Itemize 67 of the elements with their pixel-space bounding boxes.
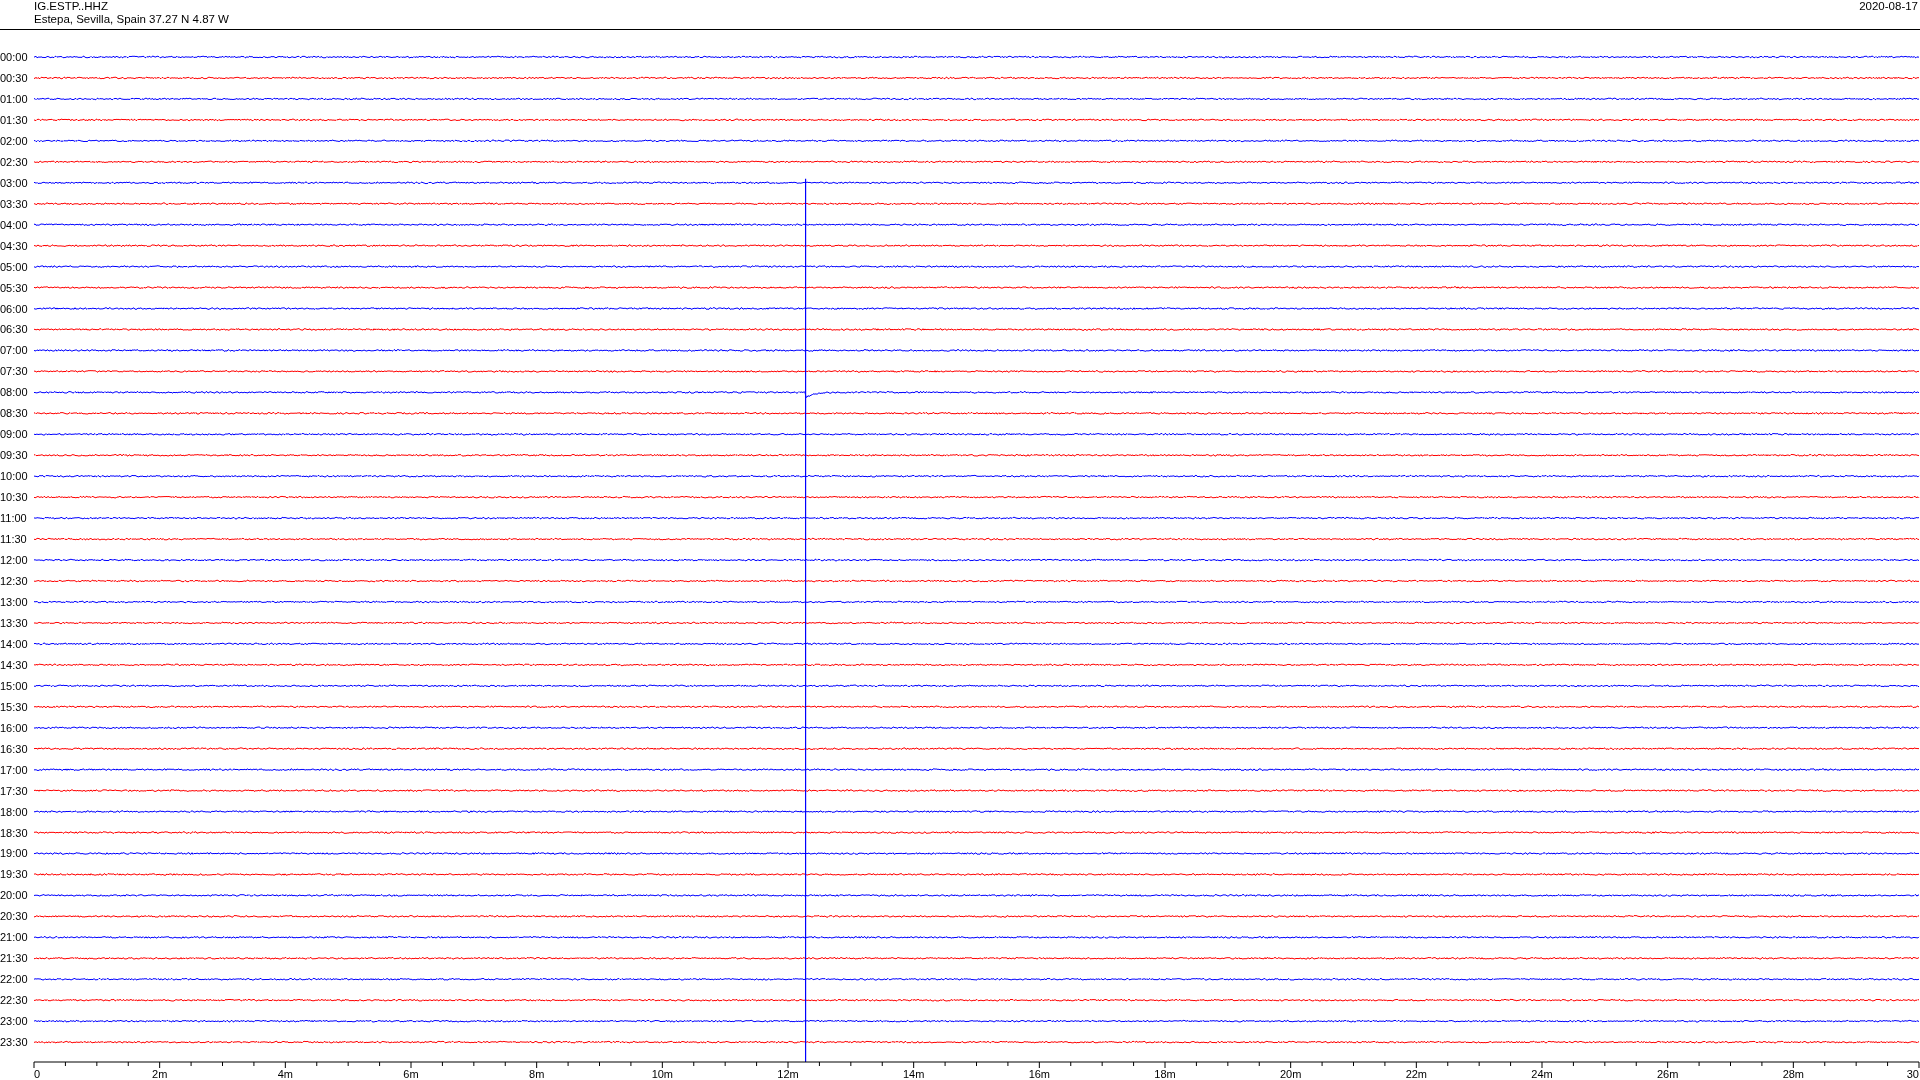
station-code: IG.ESTP..HHZ	[34, 0, 109, 13]
axis-tick-label: 8m	[529, 1068, 545, 1079]
axis-tick-label: 2m	[152, 1068, 168, 1079]
axis-tick-label: 0	[34, 1068, 41, 1079]
row-time-label: 08:30	[0, 407, 28, 420]
row-time-label: 16:00	[0, 721, 28, 734]
row-time-label: 00:30	[0, 71, 28, 84]
row-time-label: 15:30	[0, 700, 28, 713]
axis-tick-label: 10m	[651, 1068, 674, 1079]
row-time-label: 20:00	[0, 889, 28, 902]
row-time-label: 04:00	[0, 218, 28, 231]
axis-tick-label: 4m	[277, 1068, 293, 1079]
row-time-label: 13:00	[0, 595, 28, 608]
row-time-label: 13:30	[0, 616, 28, 629]
row-time-label: 14:00	[0, 637, 28, 650]
row-time-label: 14:30	[0, 658, 28, 671]
row-time-label: 12:00	[0, 554, 28, 567]
row-time-label: 01:00	[0, 92, 28, 105]
row-time-label: 19:30	[0, 868, 28, 881]
row-time-label: 08:00	[0, 386, 28, 399]
row-time-label: 17:30	[0, 784, 28, 797]
row-time-label: 09:30	[0, 449, 28, 462]
row-time-label: 18:00	[0, 805, 28, 818]
row-time-label: 22:30	[0, 994, 28, 1007]
row-time-label: 03:00	[0, 176, 28, 189]
row-time-label: 07:30	[0, 365, 28, 378]
plot-date: 2020-08-17	[1859, 0, 1919, 13]
row-time-label: 07:00	[0, 344, 28, 357]
row-time-label: 09:00	[0, 428, 28, 441]
axis-tick-label: 28m	[1782, 1068, 1805, 1079]
row-time-label: 04:30	[0, 239, 28, 252]
station-location: Estepa, Sevilla, Spain 37.27 N 4.87 W	[34, 13, 229, 26]
row-time-label: 06:30	[0, 323, 28, 336]
row-time-label: 16:30	[0, 742, 28, 755]
row-time-label: 18:30	[0, 826, 28, 839]
axis-tick-label: 6m	[403, 1068, 419, 1079]
row-time-label: 21:30	[0, 952, 28, 965]
row-time-label: 11:30	[0, 533, 27, 546]
axis-tick-label: 26m	[1656, 1068, 1679, 1079]
row-time-label: 02:30	[0, 155, 28, 168]
axis-tick-label: 24m	[1531, 1068, 1553, 1079]
row-time-label: 05:30	[0, 281, 28, 294]
axis-tick-label: 14m	[902, 1068, 925, 1079]
axis-tick-label: 18m	[1154, 1068, 1176, 1079]
row-time-label: 05:00	[0, 260, 28, 273]
row-time-label: 10:00	[0, 470, 28, 483]
axis-tick-label: 16m	[1028, 1068, 1051, 1079]
row-time-label: 23:00	[0, 1015, 28, 1028]
row-time-label: 01:30	[0, 113, 28, 126]
row-time-label: 00:00	[0, 51, 28, 63]
row-time-label: 23:30	[0, 1036, 28, 1049]
axis-tick-label: 12m	[777, 1068, 799, 1079]
row-time-label: 20:30	[0, 910, 28, 923]
row-time-label: 10:30	[0, 491, 28, 504]
row-time-label: 03:30	[0, 197, 28, 210]
axis-tick-label: 30	[1906, 1068, 1919, 1079]
row-time-label: 21:00	[0, 931, 28, 944]
row-time-label: 02:00	[0, 134, 28, 147]
axis-tick-label: 20m	[1279, 1068, 1302, 1079]
row-time-label: 22:00	[0, 973, 28, 986]
axis-tick-label: 22m	[1405, 1068, 1428, 1079]
row-time-label: 17:00	[0, 763, 28, 776]
row-time-label: 06:00	[0, 302, 28, 315]
row-time-label: 15:00	[0, 679, 28, 692]
row-time-label: 12:30	[0, 575, 28, 587]
row-time-label: 19:00	[0, 847, 28, 860]
row-time-label: 11:00	[0, 512, 27, 525]
